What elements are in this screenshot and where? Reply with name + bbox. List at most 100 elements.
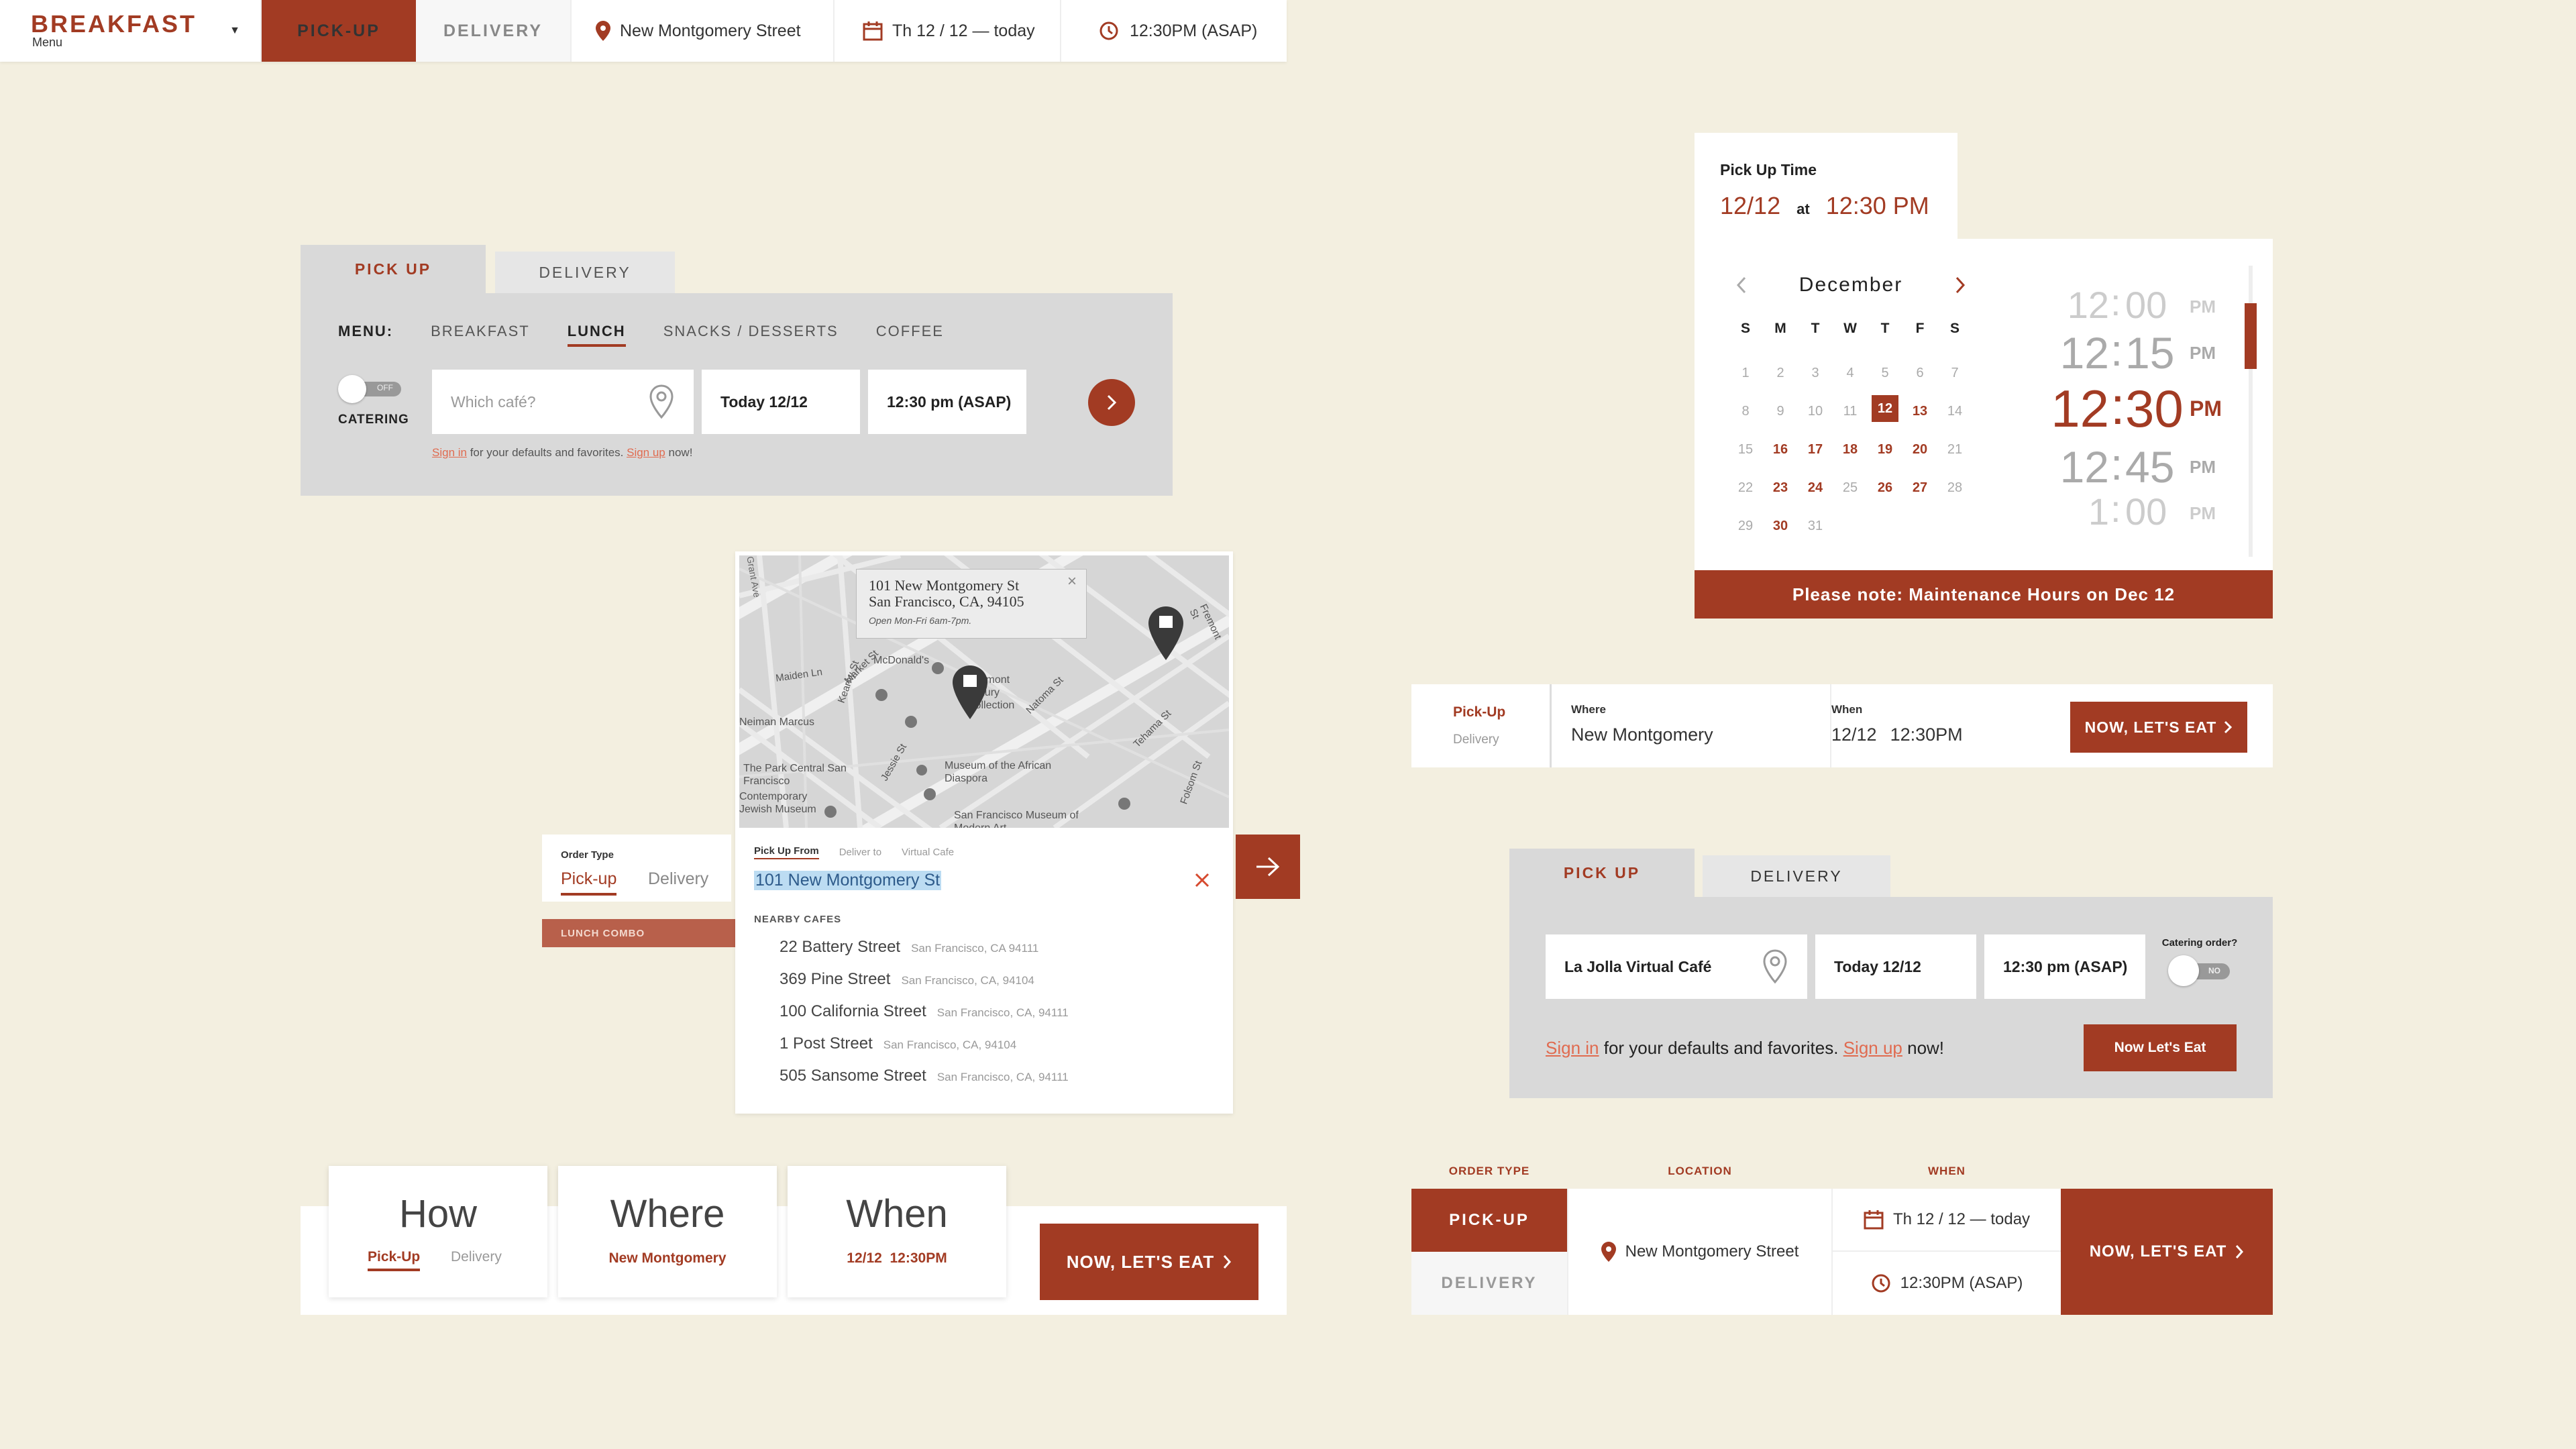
calendar-day[interactable]: 19 [1872, 436, 1898, 463]
list-item[interactable]: 1 Post Street San Francisco, CA, 94104 [780, 1034, 1016, 1053]
date-field[interactable]: Today 12/12 [1815, 934, 1976, 999]
delivery-button[interactable]: DELIVERY [416, 0, 572, 62]
calendar-day[interactable]: 29 [1732, 513, 1759, 539]
calendar-day[interactable]: 18 [1837, 436, 1864, 463]
tab-deliver-to[interactable]: Deliver to [839, 847, 881, 858]
calendar-day[interactable]: 11 [1837, 398, 1864, 425]
lets-eat-button[interactable]: NOW, LET'S EAT [2070, 702, 2247, 753]
calendar-day[interactable]: 15 [1732, 436, 1759, 463]
chevron-right-icon[interactable] [1953, 275, 1967, 295]
catering-toggle[interactable]: OFF [338, 375, 402, 403]
catering-toggle[interactable]: NO [2168, 954, 2235, 986]
list-item[interactable]: 369 Pine Street San Francisco, CA, 94104 [780, 970, 1034, 989]
calendar-day[interactable]: 27 [1907, 474, 1933, 501]
continue-arrow-button[interactable] [1236, 835, 1300, 899]
calendar-day[interactable]: 13 [1907, 398, 1933, 425]
clear-x-icon[interactable] [1194, 872, 1210, 888]
time-option[interactable]: 12:45 PM [2029, 439, 2243, 492]
pickup-button[interactable]: PICK-UP [1411, 1189, 1567, 1252]
calendar-day-selected[interactable]: 12 [1872, 395, 1898, 422]
signin-link[interactable]: Sign in [1546, 1038, 1599, 1058]
pickup-option[interactable]: Pick-Up [368, 1249, 421, 1271]
pickup-option[interactable]: Pick-up [561, 869, 617, 896]
delivery-option[interactable]: Delivery [1453, 733, 1499, 747]
address-input[interactable]: 101 New Montgomery St [754, 867, 1210, 894]
date-selector[interactable]: Th 12 / 12 — today [835, 0, 1061, 62]
calendar-day[interactable]: 24 [1802, 474, 1829, 501]
calendar-day[interactable]: 1 [1732, 360, 1759, 386]
lunch-combo-tag[interactable]: LUNCH COMBO [542, 919, 737, 947]
when-block[interactable]: When 12/12 12:30PM [1831, 703, 1963, 745]
lets-eat-button[interactable]: Now Let's Eat [2084, 1024, 2237, 1071]
cafe-input[interactable]: La Jolla Virtual Café [1546, 934, 1807, 999]
time-field[interactable]: 12:30 pm (ASAP) [1984, 934, 2145, 999]
calendar-day[interactable]: 5 [1872, 360, 1898, 386]
tab-pick-up-from[interactable]: Pick Up From [754, 845, 819, 859]
chevron-left-icon[interactable] [1735, 275, 1748, 295]
tab-pick-up[interactable]: PICK UP [1509, 849, 1695, 897]
cafe-map-pin-icon[interactable] [951, 664, 989, 720]
delivery-option[interactable]: Delivery [648, 869, 708, 889]
tab-delivery[interactable]: DELIVERY [495, 252, 675, 293]
time-option-selected[interactable]: 12:30 PM [2029, 376, 2243, 438]
list-item[interactable]: 505 Sansome Street San Francisco, CA, 941… [780, 1067, 1069, 1085]
calendar-day[interactable]: 14 [1941, 398, 1968, 425]
pickup-option[interactable]: Pick-Up [1453, 704, 1505, 720]
location-selector[interactable]: New Montgomery Street [572, 0, 835, 62]
time-selector[interactable]: 12:30PM (ASAP) [1833, 1252, 2061, 1315]
menu-item-lunch[interactable]: LUNCH [567, 323, 626, 347]
list-item[interactable]: 22 Battery Street San Francisco, CA 94111 [780, 938, 1038, 957]
tab-pick-up[interactable]: PICK UP [301, 245, 486, 293]
cafe-map-pin-icon[interactable] [1147, 605, 1185, 661]
list-item[interactable]: 100 California Street San Francisco, CA, … [780, 1002, 1069, 1021]
time-option[interactable]: 12:15 PM [2029, 325, 2243, 378]
signin-link[interactable]: Sign in [432, 446, 467, 459]
where-card[interactable]: Where New Montgomery [558, 1166, 777, 1297]
calendar-day[interactable]: 8 [1732, 398, 1759, 425]
time-selector[interactable]: 12:30PM (ASAP) [1061, 0, 1287, 62]
location-selector[interactable]: New Montgomery Street [1567, 1189, 1833, 1315]
popup-close-icon[interactable]: × [1067, 572, 1077, 591]
calendar-day[interactable]: 26 [1872, 474, 1898, 501]
delivery-option[interactable]: Delivery [451, 1249, 502, 1265]
calendar-day[interactable]: 7 [1941, 360, 1968, 386]
calendar-day[interactable]: 31 [1802, 513, 1829, 539]
date-selector[interactable]: Th 12 / 12 — today [1833, 1189, 2061, 1252]
calendar-day[interactable]: 2 [1767, 360, 1794, 386]
menu-dropdown[interactable]: BREAKFAST Menu ▼ [0, 0, 262, 62]
pickup-button[interactable]: PICK-UP [262, 0, 416, 62]
time-option[interactable]: 12:00 PM [2029, 281, 2243, 326]
menu-item-snacks[interactable]: SNACKS / DESSERTS [663, 323, 839, 340]
delivery-button[interactable]: DELIVERY [1411, 1252, 1567, 1315]
tab-virtual-cafe[interactable]: Virtual Cafe [902, 847, 954, 858]
submit-button[interactable] [1088, 379, 1135, 426]
calendar-day[interactable]: 20 [1907, 436, 1933, 463]
calendar-day[interactable]: 10 [1802, 398, 1829, 425]
calendar-day[interactable]: 25 [1837, 474, 1864, 501]
signup-link[interactable]: Sign up [1843, 1038, 1902, 1058]
lets-eat-button[interactable]: NOW, LET'S EAT [2061, 1189, 2273, 1315]
calendar-day[interactable]: 17 [1802, 436, 1829, 463]
calendar-day[interactable]: 23 [1767, 474, 1794, 501]
time-field[interactable]: 12:30 pm (ASAP) [868, 370, 1026, 434]
calendar-day[interactable]: 6 [1907, 360, 1933, 386]
calendar-day[interactable]: 9 [1767, 398, 1794, 425]
lets-eat-button[interactable]: NOW, LET'S EAT [1040, 1224, 1258, 1300]
calendar-day[interactable]: 4 [1837, 360, 1864, 386]
calendar-day[interactable]: 16 [1767, 436, 1794, 463]
cafe-input[interactable]: Which café? [432, 370, 694, 434]
menu-item-coffee[interactable]: COFFEE [876, 323, 944, 340]
calendar-day[interactable]: 22 [1732, 474, 1759, 501]
tab-delivery[interactable]: DELIVERY [1703, 855, 1890, 897]
time-scrollbar-thumb[interactable] [2245, 303, 2257, 369]
date-field[interactable]: Today 12/12 [702, 370, 860, 434]
when-card[interactable]: When 12/12 12:30PM [788, 1166, 1006, 1297]
calendar-day[interactable]: 30 [1767, 513, 1794, 539]
menu-item-breakfast[interactable]: BREAKFAST [431, 323, 530, 340]
calendar-day[interactable]: 3 [1802, 360, 1829, 386]
map-view[interactable]: Grant Ave Maiden Ln Kearny St Market St … [739, 555, 1229, 828]
calendar-day[interactable]: 21 [1941, 436, 1968, 463]
time-option[interactable]: 1:00 PM [2029, 488, 2243, 533]
where-block[interactable]: Where New Montgomery [1571, 703, 1713, 745]
signup-link[interactable]: Sign up [627, 446, 665, 459]
